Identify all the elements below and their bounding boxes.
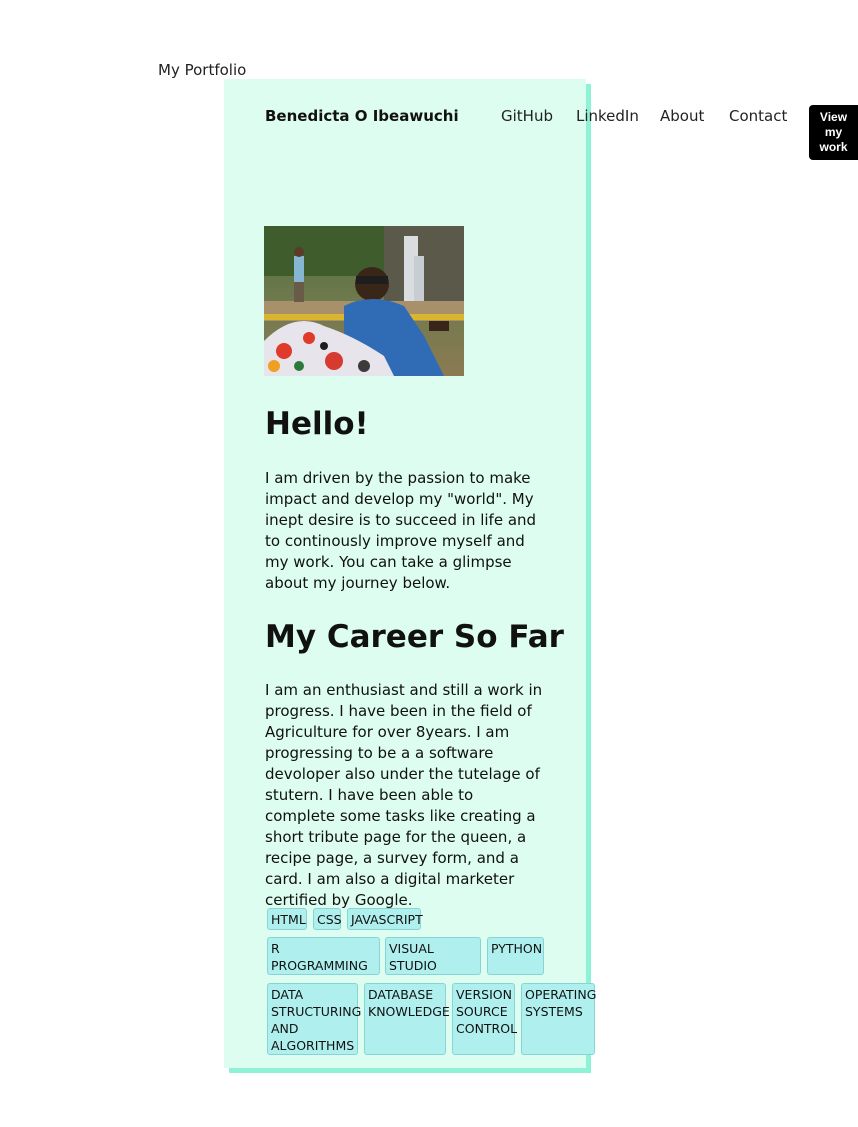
skill-tag-operating-systems: OPERATING SYSTEMS — [521, 983, 596, 1055]
skill-tag-html: HTML — [267, 908, 307, 930]
brand-name[interactable]: Benedicta O Ibeawuchi — [265, 106, 459, 126]
page-title: My Portfolio — [158, 61, 247, 79]
career-heading: My Career So Far — [265, 619, 564, 655]
skill-tag-visual-studio: VISUAL STUDIO — [385, 937, 481, 975]
nav-linkedin-link[interactable]: LinkedIn — [576, 106, 639, 126]
skill-tag-version-source-control: VERSION SOURCE CONTROL — [452, 983, 517, 1055]
career-paragraph: I am an enthusiast and still a work in p… — [265, 681, 543, 909]
hello-heading: Hello! — [265, 406, 369, 442]
profile-photo — [264, 226, 464, 376]
skill-tag-css: CSS — [313, 908, 342, 930]
nav-github-link[interactable]: GitHub — [501, 106, 553, 126]
profile-photo-image — [264, 226, 464, 376]
nav-contact-link[interactable]: Contact — [729, 106, 787, 126]
skill-tag-python: PYTHON — [487, 937, 544, 975]
intro-paragraph: I am driven by the passion to make impac… — [265, 469, 537, 592]
nav-about-link[interactable]: About — [660, 106, 704, 126]
skill-tag-r-programming: R PROGRAMMING — [267, 937, 380, 975]
skill-tag-data-structuring: DATA STRUCTURING AND ALGORITHMS — [267, 983, 361, 1055]
skill-tag-database-knowledge: DATABASE KNOWLEDGE — [364, 983, 450, 1055]
view-my-work-button[interactable]: View my work — [809, 105, 858, 160]
skill-tag-javascript: JAVASCRIPT — [347, 908, 423, 930]
